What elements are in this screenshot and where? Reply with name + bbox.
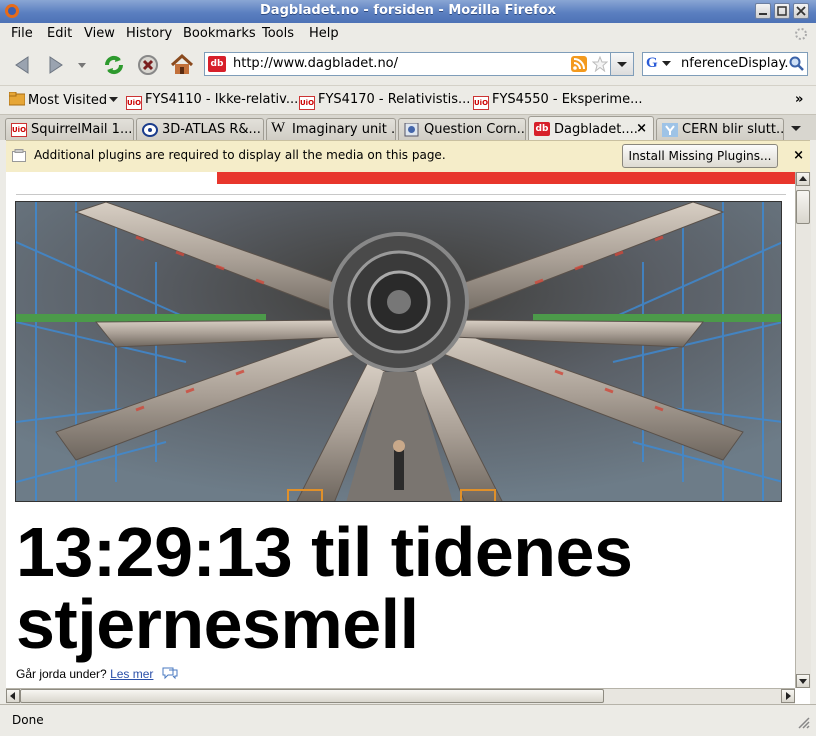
comment-icon[interactable]	[161, 666, 179, 680]
close-notification-icon[interactable]: ×	[793, 148, 804, 163]
tab-imaginary-unit[interactable]: W Imaginary unit ...	[266, 118, 396, 141]
site-favicon: db	[208, 56, 226, 72]
menu-bookmarks[interactable]: Bookmarks	[183, 26, 256, 41]
vertical-scrollbar[interactable]	[795, 172, 811, 688]
wikipedia-icon: W	[271, 120, 286, 136]
menu-tools[interactable]: Tools	[262, 26, 294, 41]
tab-list-dropdown-icon[interactable]	[788, 121, 804, 137]
headline-line-2[interactable]: stjernesmell	[16, 588, 632, 660]
status-bar: Done	[0, 704, 816, 736]
dagbladet-icon: db	[534, 122, 550, 136]
horizontal-scrollbar[interactable]	[6, 688, 795, 704]
window-title: Dagbladet.no - forsiden - Mozilla Firefo…	[260, 3, 556, 18]
tab-squirrelmail[interactable]: UiO SquirrelMail 1....	[5, 118, 134, 141]
minimize-button[interactable]	[755, 3, 771, 19]
lhc-atlas-photo[interactable]	[15, 201, 782, 502]
close-window-button[interactable]	[793, 3, 809, 19]
menu-bar: File Edit View History Bookmarks Tools H…	[0, 23, 816, 45]
tab-question-corner[interactable]: Question Corn...	[398, 118, 526, 141]
url-dropdown-button[interactable]	[610, 53, 633, 75]
divider	[16, 194, 786, 195]
page-content: 13:29:13 til tidenes stjernesmell Går jo…	[6, 172, 795, 688]
forward-button[interactable]	[44, 53, 68, 77]
uio-icon: UiO	[126, 96, 142, 110]
plugin-icon	[12, 149, 26, 162]
chevron-down-icon	[109, 97, 119, 102]
uio-icon: UiO	[299, 96, 315, 110]
home-button[interactable]	[170, 53, 194, 77]
reload-button[interactable]	[102, 53, 126, 77]
search-engine-selector[interactable]: G	[645, 55, 673, 73]
horizontal-scroll-thumb[interactable]	[20, 689, 604, 703]
scroll-up-button[interactable]	[796, 172, 810, 186]
subline-text: Går jorda under?	[16, 667, 107, 681]
menu-view[interactable]: View	[84, 26, 115, 41]
back-button[interactable]	[10, 53, 34, 77]
search-input[interactable]: nferenceDisplay.p	[681, 56, 797, 71]
question-corner-icon	[404, 123, 419, 137]
title-bar: Dagbladet.no - forsiden - Mozilla Firefo…	[0, 0, 816, 24]
bookmark-most-visited[interactable]: Most Visited	[8, 91, 119, 108]
bookmark-fys4170[interactable]: UiO FYS4170 - Relativistis...	[299, 92, 470, 110]
url-bar[interactable]: db http://www.dagbladet.no/	[204, 52, 634, 76]
uio-icon: UiO	[11, 123, 27, 137]
scroll-right-button[interactable]	[781, 689, 795, 703]
tab-3d-atlas[interactable]: 3D-ATLAS R&...	[136, 118, 264, 141]
tab-dagbladet[interactable]: db Dagbladet.... ×	[528, 116, 654, 142]
scroll-left-button[interactable]	[6, 689, 20, 703]
stop-button[interactable]	[136, 53, 160, 77]
bookmark-star-icon[interactable]	[591, 55, 609, 73]
headline-line-1[interactable]: 13:29:13 til tidenes	[16, 516, 633, 588]
notification-message: Additional plugins are required to displ…	[34, 148, 446, 162]
maximize-button[interactable]	[774, 3, 790, 19]
menu-help[interactable]: Help	[309, 26, 339, 41]
menu-history[interactable]: History	[126, 26, 172, 41]
navigation-toolbar: db http://www.dagbladet.no/ G nferenceDi…	[0, 45, 816, 85]
header-red-bar	[217, 172, 795, 184]
resize-grip-icon[interactable]	[796, 715, 810, 729]
scroll-down-button[interactable]	[796, 674, 810, 688]
cern-icon	[662, 123, 678, 137]
bookmark-fys4110[interactable]: UiO FYS4110 - Ikke-relativ...	[126, 92, 298, 110]
status-text: Done	[12, 713, 44, 727]
subline: Går jorda under? Les mer	[16, 666, 179, 681]
read-more-link[interactable]: Les mer	[110, 667, 153, 681]
close-tab-icon[interactable]: ×	[636, 121, 647, 136]
throbber-icon	[794, 27, 808, 41]
headline-link[interactable]: 13:29:13 til tidenes stjernesmell	[16, 516, 633, 660]
uio-icon: UiO	[473, 96, 489, 110]
plugin-notification-bar: Additional plugins are required to displ…	[0, 140, 816, 173]
install-missing-plugins-button[interactable]: Install Missing Plugins...	[622, 144, 778, 168]
vertical-scroll-thumb[interactable]	[796, 190, 810, 224]
folder-icon	[8, 91, 26, 106]
search-icon[interactable]	[789, 56, 805, 72]
tab-bar: UiO SquirrelMail 1.... 3D-ATLAS R&... W …	[0, 114, 816, 142]
atlas-icon	[142, 123, 158, 137]
tab-cern[interactable]: CERN blir slutt...	[656, 118, 784, 141]
search-bar[interactable]: G nferenceDisplay.p	[642, 52, 808, 76]
bookmarks-overflow-button[interactable]: »	[795, 92, 803, 107]
url-text[interactable]: http://www.dagbladet.no/	[233, 56, 398, 71]
menu-file[interactable]: File	[11, 26, 33, 41]
history-dropdown-icon[interactable]	[76, 53, 88, 77]
bookmarks-toolbar: Most Visited UiO FYS4110 - Ikke-relativ..…	[0, 85, 816, 115]
rss-icon[interactable]	[571, 56, 587, 72]
menu-edit[interactable]: Edit	[47, 26, 72, 41]
bookmark-fys4550[interactable]: UiO FYS4550 - Eksperime...	[473, 92, 643, 110]
